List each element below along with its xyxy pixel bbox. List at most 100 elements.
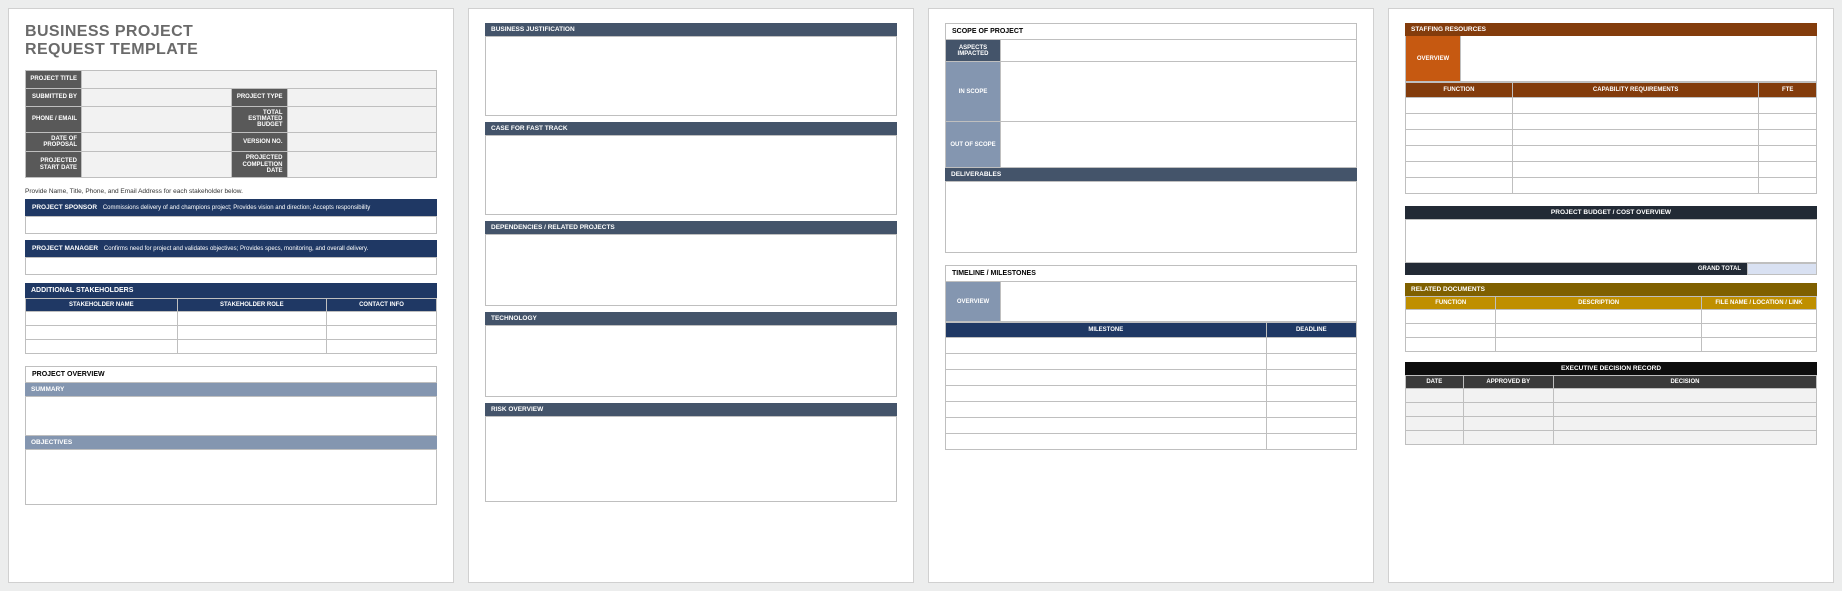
doc-title: BUSINESS PROJECT REQUEST TEMPLATE: [25, 23, 437, 60]
col-sh-role: STAKEHOLDER ROLE: [177, 299, 326, 312]
case-fast-track-box[interactable]: [485, 135, 897, 215]
staffing-overview-val[interactable]: [1461, 36, 1817, 82]
case-fast-track-bar: CASE FOR FAST TRACK: [485, 122, 897, 135]
val-date-proposal[interactable]: [82, 132, 232, 152]
table-row[interactable]: [1406, 146, 1817, 162]
timeline-head: TIMELINE / MILESTONES: [945, 265, 1357, 282]
val-phone-email[interactable]: [82, 106, 232, 132]
lbl-proj-end: PROJECTED COMPLETION DATE: [231, 152, 287, 178]
col-edr-approved: APPROVED BY: [1463, 376, 1553, 389]
col-sh-name: STAKEHOLDER NAME: [26, 299, 178, 312]
objectives-bar: OBJECTIVES: [25, 436, 437, 449]
col-rel-function: FUNCTION: [1406, 297, 1496, 310]
additional-stakeholders-head: ADDITIONAL STAKEHOLDERS: [25, 283, 437, 298]
timeline-overview-lbl: OVERVIEW: [945, 282, 1001, 322]
table-row[interactable]: [1406, 431, 1817, 445]
val-proj-start[interactable]: [82, 152, 232, 178]
table-row[interactable]: [946, 370, 1357, 386]
aspects-impacted-val[interactable]: [1001, 40, 1357, 62]
timeline-overview-val[interactable]: [1001, 282, 1357, 322]
table-row[interactable]: [1406, 162, 1817, 178]
aspects-impacted-lbl: ASPECTS IMPACTED: [945, 40, 1001, 62]
table-row[interactable]: [946, 338, 1357, 354]
sponsor-box[interactable]: [25, 216, 437, 234]
lbl-project-title: PROJECT TITLE: [26, 70, 82, 88]
manager-box[interactable]: [25, 257, 437, 275]
page-3: SCOPE OF PROJECT ASPECTS IMPACTED IN SCO…: [928, 8, 1374, 583]
table-row[interactable]: [946, 354, 1357, 370]
table-row[interactable]: [26, 312, 437, 326]
lbl-proj-start: PROJECTED START DATE: [26, 152, 82, 178]
staffing-bar: STAFFING RESOURCES: [1405, 23, 1817, 36]
col-edr-decision: DECISION: [1553, 376, 1816, 389]
table-row[interactable]: [1406, 130, 1817, 146]
in-scope-val[interactable]: [1001, 62, 1357, 122]
col-milestone: MILESTONE: [946, 323, 1267, 338]
table-row[interactable]: [946, 402, 1357, 418]
summary-box[interactable]: [25, 396, 437, 436]
table-row[interactable]: [26, 326, 437, 340]
sponsor-sub: Commissions delivery of and champions pr…: [103, 205, 370, 211]
table-row[interactable]: [946, 418, 1357, 434]
val-submitted-by[interactable]: [82, 88, 232, 106]
table-row[interactable]: [946, 434, 1357, 450]
val-version-no[interactable]: [287, 132, 437, 152]
val-total-budget[interactable]: [287, 106, 437, 132]
table-row[interactable]: [1406, 178, 1817, 194]
dependencies-box[interactable]: [485, 234, 897, 306]
technology-box[interactable]: [485, 325, 897, 397]
staffing-overview-lbl: OVERVIEW: [1405, 36, 1461, 82]
col-rel-desc: DESCRIPTION: [1496, 297, 1702, 310]
lbl-project-type: PROJECT TYPE: [231, 88, 287, 106]
related-docs-bar: RELATED DOCUMENTS: [1405, 283, 1817, 296]
in-scope-lbl: IN SCOPE: [945, 62, 1001, 122]
manager-sub: Confirms need for project and validates …: [104, 246, 368, 252]
table-row[interactable]: [1406, 338, 1817, 352]
val-project-type[interactable]: [287, 88, 437, 106]
col-deadline: DEADLINE: [1266, 323, 1356, 338]
budget-head: PROJECT BUDGET / COST OVERVIEW: [1405, 206, 1817, 219]
budget-box[interactable]: [1405, 219, 1817, 263]
summary-bar: SUMMARY: [25, 383, 437, 396]
risk-overview-box[interactable]: [485, 416, 897, 502]
sponsor-label: PROJECT SPONSOR: [32, 204, 97, 211]
grand-total-val[interactable]: [1747, 263, 1817, 275]
table-row[interactable]: [1406, 403, 1817, 417]
project-manager-band: PROJECT MANAGER Confirms need for projec…: [25, 240, 437, 257]
val-proj-end[interactable]: [287, 152, 437, 178]
col-edr-date: DATE: [1406, 376, 1464, 389]
out-scope-lbl: OUT OF SCOPE: [945, 122, 1001, 168]
risk-overview-bar: RISK OVERVIEW: [485, 403, 897, 416]
table-row[interactable]: [1406, 310, 1817, 324]
intake-table: PROJECT TITLE SUBMITTED BY PROJECT TYPE …: [25, 70, 437, 178]
table-row[interactable]: [1406, 98, 1817, 114]
lbl-date-proposal: DATE OF PROPOSAL: [26, 132, 82, 152]
edr-table: DATE APPROVED BY DECISION: [1405, 375, 1817, 445]
col-function: FUNCTION: [1406, 83, 1513, 98]
objectives-box[interactable]: [25, 449, 437, 505]
business-justification-bar: BUSINESS JUSTIFICATION: [485, 23, 897, 36]
project-overview-head: PROJECT OVERVIEW: [25, 366, 437, 383]
table-row[interactable]: [1406, 417, 1817, 431]
deliverables-box[interactable]: [945, 181, 1357, 253]
table-row[interactable]: [1406, 324, 1817, 338]
col-fte: FTE: [1759, 83, 1817, 98]
table-row[interactable]: [1406, 114, 1817, 130]
col-rel-file: FILE NAME / LOCATION / LINK: [1701, 297, 1816, 310]
out-scope-val[interactable]: [1001, 122, 1357, 168]
page-1: BUSINESS PROJECT REQUEST TEMPLATE PROJEC…: [8, 8, 454, 583]
col-capability: CAPABILITY REQUIREMENTS: [1512, 83, 1759, 98]
milestone-table: MILESTONE DEADLINE: [945, 322, 1357, 450]
table-row[interactable]: [946, 386, 1357, 402]
deliverables-bar: DELIVERABLES: [945, 168, 1357, 181]
col-sh-contact: CONTACT INFO: [327, 299, 437, 312]
scope-head: SCOPE OF PROJECT: [945, 23, 1357, 40]
business-justification-box[interactable]: [485, 36, 897, 116]
manager-label: PROJECT MANAGER: [32, 245, 98, 252]
table-row[interactable]: [26, 340, 437, 354]
lbl-submitted-by: SUBMITTED BY: [26, 88, 82, 106]
lbl-phone-email: PHONE / EMAIL: [26, 106, 82, 132]
lbl-total-budget: TOTAL ESTIMATED BUDGET: [231, 106, 287, 132]
table-row[interactable]: [1406, 389, 1817, 403]
val-project-title[interactable]: [82, 70, 437, 88]
